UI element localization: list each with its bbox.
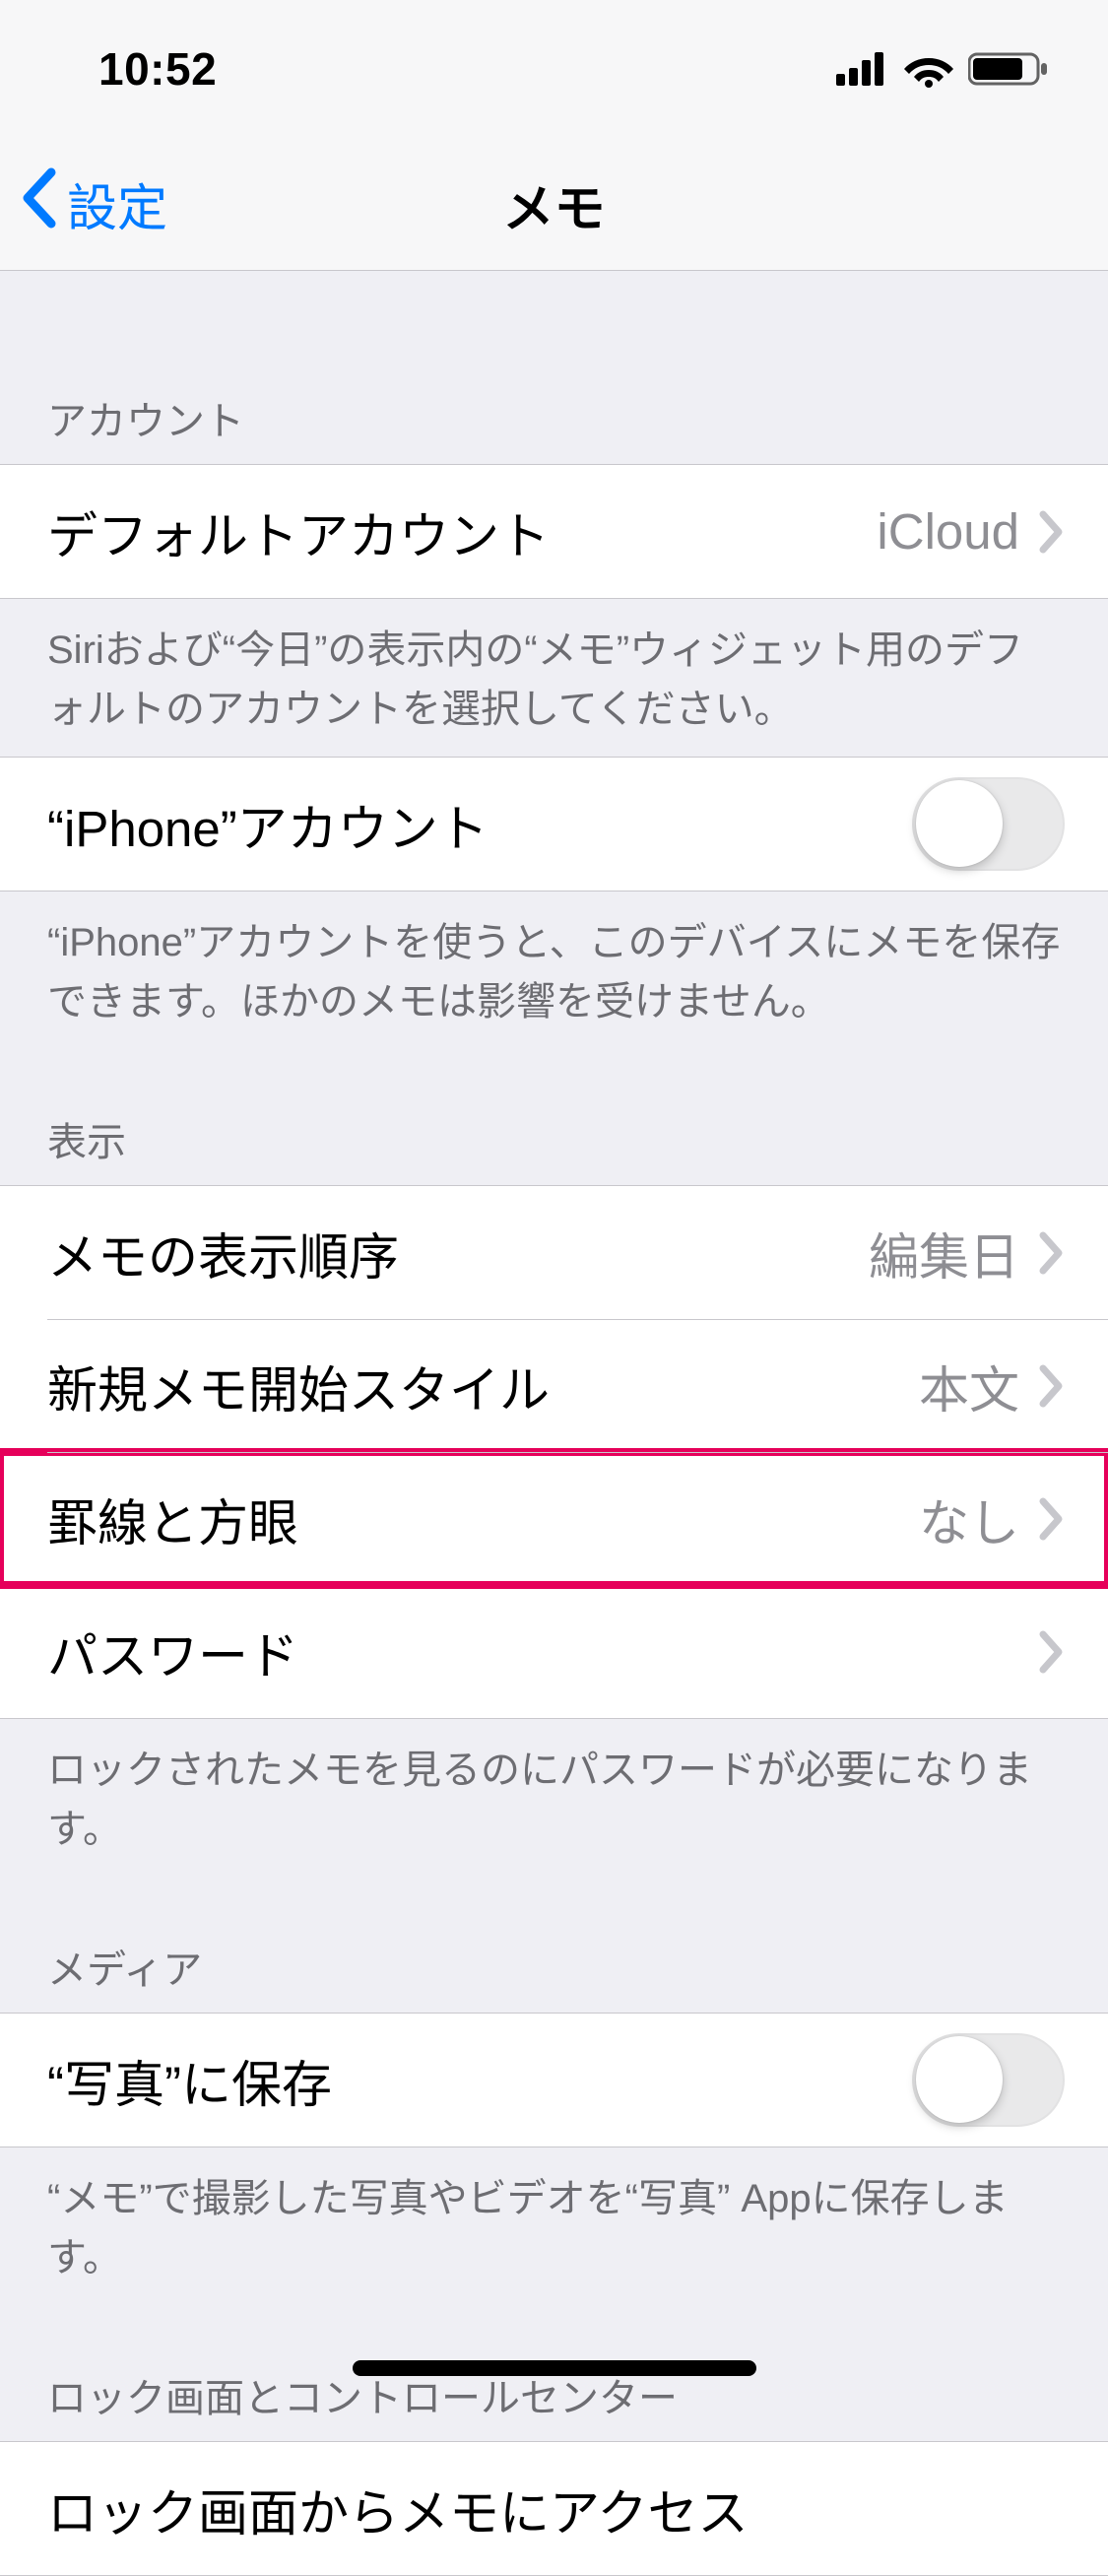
home-indicator [353, 2360, 756, 2376]
group-media: “写真”に保存 [0, 2013, 1108, 2147]
row-label: “iPhone”アカウント [47, 788, 912, 861]
chevron-right-icon [1039, 510, 1065, 554]
row-label: 新規メモ開始スタイル [47, 1350, 919, 1422]
row-value: iCloud [877, 502, 1019, 561]
row-new-note-style[interactable]: 新規メモ開始スタイル 本文 [0, 1319, 1108, 1452]
row-value: なし [919, 1483, 1019, 1555]
row-label: ロック画面からメモにアクセス [47, 2473, 1065, 2545]
row-label: メモの表示順序 [47, 1217, 869, 1289]
section-footer-display: ロックされたメモを見るのにパスワードが必要になります。 [0, 1719, 1108, 1877]
row-label: 罫線と方眼 [47, 1483, 919, 1555]
section-header-display: 表示 [0, 1049, 1108, 1185]
row-label: パスワード [47, 1616, 1039, 1688]
row-sort-order[interactable]: メモの表示順序 編集日 [0, 1186, 1108, 1319]
group-lockscreen: ロック画面からメモにアクセス [0, 2441, 1108, 2576]
chevron-left-icon [20, 166, 67, 241]
row-value: 編集日 [869, 1217, 1019, 1289]
section-footer-account-1: Siriおよび“今日”の表示内の“メモ”ウィジェット用のデフォルトのアカウントを… [0, 599, 1108, 757]
chevron-right-icon [1039, 1231, 1065, 1275]
battery-icon [968, 50, 1049, 88]
back-button[interactable]: 設定 [0, 166, 167, 241]
row-iphone-account[interactable]: “iPhone”アカウント [0, 758, 1108, 891]
status-time: 10:52 [98, 42, 217, 96]
row-default-account[interactable]: デフォルトアカウント iCloud [0, 465, 1108, 598]
status-bar: 10:52 [0, 0, 1108, 138]
toggle-knob [916, 2036, 1003, 2123]
group-iphone-account: “iPhone”アカウント [0, 757, 1108, 892]
group-account-default: デフォルトアカウント iCloud [0, 464, 1108, 599]
back-label: 設定 [67, 167, 167, 240]
section-footer-media: “メモ”で撮影した写真やビデオを“写真” Appに保存します。 [0, 2147, 1108, 2305]
chevron-right-icon [1039, 1497, 1065, 1541]
row-password[interactable]: パスワード [0, 1585, 1108, 1718]
row-lockscreen-access[interactable]: ロック画面からメモにアクセス [0, 2442, 1108, 2575]
section-header-media: メディア [0, 1877, 1108, 2013]
status-right [836, 50, 1049, 88]
toggle-iphone-account[interactable] [912, 777, 1065, 871]
group-display: メモの表示順序 編集日 新規メモ開始スタイル 本文 罫線と方眼 なし パスワード [0, 1185, 1108, 1719]
toggle-save-photos[interactable] [912, 2033, 1065, 2127]
nav-bar: 設定 メモ [0, 138, 1108, 271]
row-label: “写真”に保存 [47, 2044, 912, 2117]
row-label: デフォルトアカウント [47, 495, 877, 568]
section-header-account: アカウント [0, 271, 1108, 464]
row-save-photos[interactable]: “写真”に保存 [0, 2014, 1108, 2147]
section-footer-account-2: “iPhone”アカウントを使うと、このデバイスにメモを保存できます。ほかのメモ… [0, 892, 1108, 1049]
row-value: 本文 [919, 1350, 1019, 1422]
toggle-knob [916, 780, 1003, 867]
chevron-right-icon [1039, 1630, 1065, 1674]
chevron-right-icon [1039, 1364, 1065, 1408]
wifi-icon [903, 50, 954, 88]
cellular-icon [836, 52, 889, 86]
row-lines-and-grid[interactable]: 罫線と方眼 なし [0, 1452, 1108, 1585]
